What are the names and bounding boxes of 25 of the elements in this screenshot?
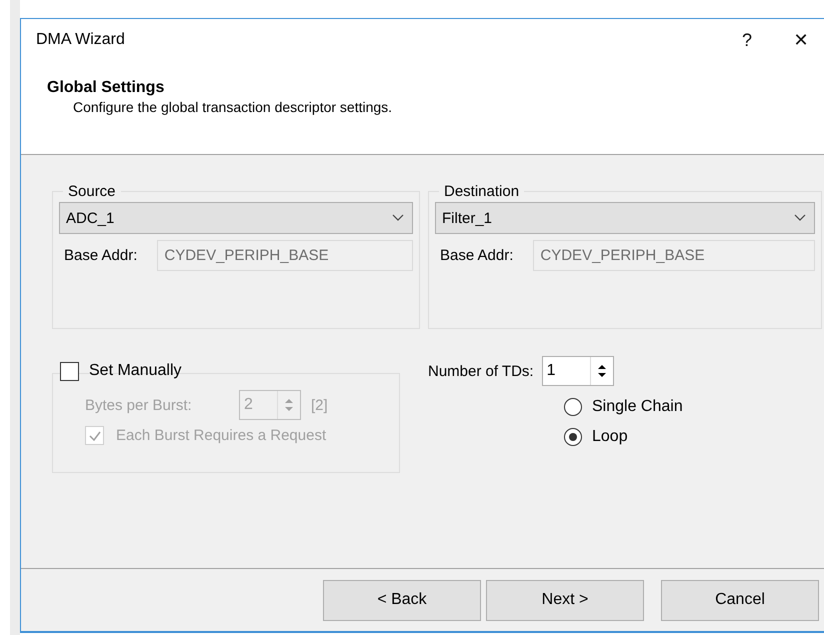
group-label: Source xyxy=(67,183,117,200)
bytes-hint: [2] xyxy=(311,396,328,414)
chevron-icon xyxy=(392,214,404,222)
radio-button[interactable] xyxy=(564,428,582,446)
checkmark-icon xyxy=(88,428,102,442)
field-label: Base Addr: xyxy=(440,247,514,264)
help-button[interactable]: ? xyxy=(724,22,770,58)
page-title: Global Settings xyxy=(47,79,166,97)
checkbox[interactable] xyxy=(60,362,79,380)
radio-label[interactable]: Loop xyxy=(592,428,628,446)
spin-box[interactable]: 1 xyxy=(542,356,614,386)
chevron-icon xyxy=(794,214,806,222)
field-label: Base Addr: xyxy=(64,247,138,264)
radio-button[interactable] xyxy=(564,398,582,416)
wizard-button[interactable]: Cancel xyxy=(661,580,819,620)
close-button[interactable]: ✕ xyxy=(778,22,824,58)
field-label: Number of TDs: xyxy=(428,362,534,380)
window-title: DMA Wizard xyxy=(36,31,126,49)
page-description: Configure the global transaction descriptor settings. xyxy=(72,99,394,115)
radio-label[interactable]: Single Chain xyxy=(592,398,683,416)
wizard-button[interactable]: Next > xyxy=(486,580,644,620)
wizard-button[interactable]: < Back xyxy=(323,580,481,620)
checkbox-label[interactable]: Set Manually xyxy=(89,362,182,380)
group-label: Destination xyxy=(443,183,520,200)
field-label: Bytes per Burst: xyxy=(85,396,193,414)
